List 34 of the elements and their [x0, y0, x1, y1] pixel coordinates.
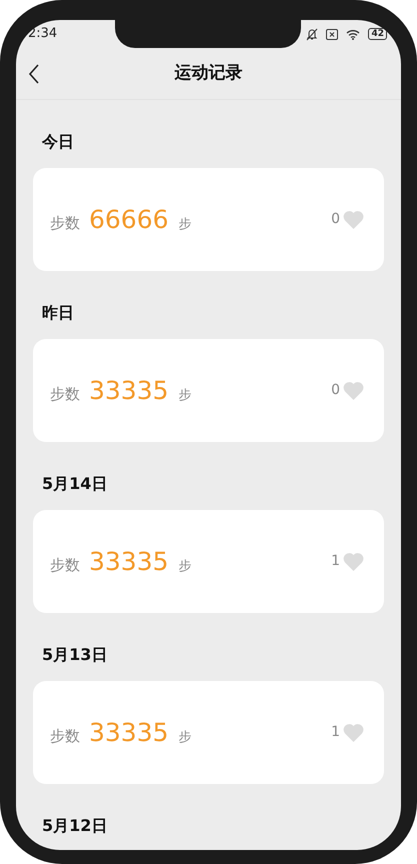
- record-card[interactable]: 步数 33335 步 1: [33, 510, 384, 613]
- step-count: 66666: [89, 204, 169, 236]
- steps-label: 步数: [50, 726, 80, 747]
- date-heading: 昨日: [41, 302, 75, 324]
- sim-error-icon: [326, 28, 338, 40]
- bell-muted-icon: [306, 28, 318, 40]
- date-heading: 5月12日: [41, 815, 108, 837]
- like-count: 1: [331, 723, 340, 742]
- step-count: 33335: [89, 546, 169, 578]
- step-count: 33335: [89, 374, 169, 407]
- like-count: 1: [331, 552, 340, 571]
- record-card[interactable]: 步数 66666 步 0: [33, 168, 384, 271]
- heart-icon[interactable]: [343, 210, 364, 229]
- step-unit: 步: [178, 728, 192, 747]
- battery-icon: 42: [368, 28, 387, 40]
- heart-icon[interactable]: [343, 723, 364, 742]
- date-heading: 今日: [40, 131, 75, 153]
- step-count: 33335: [89, 716, 169, 749]
- page-title: 运动记录: [174, 62, 242, 85]
- steps-label: 步数: [50, 212, 80, 234]
- like-count: 0: [331, 381, 340, 400]
- steps-label: 步数: [50, 554, 80, 576]
- record-card[interactable]: 步数 33335 步 0: [33, 339, 384, 442]
- like-count: 0: [331, 210, 340, 229]
- steps-label: 步数: [50, 384, 80, 405]
- step-unit: 步: [178, 558, 192, 576]
- heart-icon[interactable]: [343, 552, 364, 571]
- step-unit: 步: [178, 216, 192, 234]
- record-card[interactable]: 步数 33335 步 1: [33, 681, 384, 784]
- step-unit: 步: [178, 386, 192, 405]
- date-heading: 5月14日: [41, 473, 108, 495]
- wifi-icon: [346, 28, 360, 40]
- date-heading: 5月13日: [41, 644, 108, 666]
- heart-icon[interactable]: [343, 381, 364, 400]
